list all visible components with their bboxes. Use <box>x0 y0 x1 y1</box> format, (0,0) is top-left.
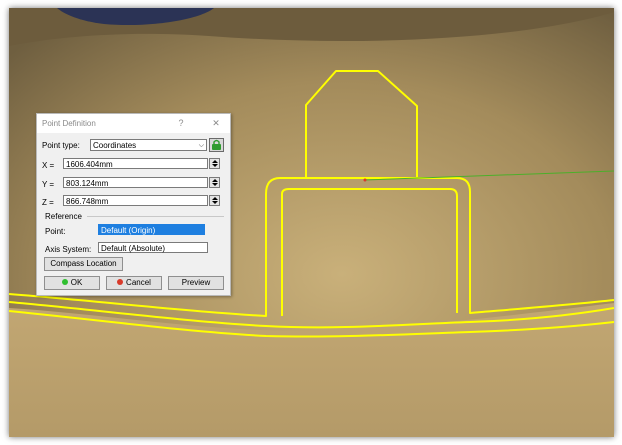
point-type-value: Coordinates <box>93 141 137 150</box>
reference-group-label: Reference <box>45 212 82 221</box>
z-coordinate-input[interactable]: 866.748mm <box>63 195 208 206</box>
ok-button[interactable]: OK <box>44 276 100 290</box>
point-type-select[interactable]: Coordinates ⌵ <box>90 139 207 151</box>
dialog-titlebar[interactable]: Point Definition ? ✕ <box>37 114 230 133</box>
reference-point-field[interactable]: Default (Origin) <box>98 224 205 235</box>
y-spinner-icon[interactable] <box>209 177 220 188</box>
x-spinner-icon[interactable] <box>209 158 220 169</box>
x-label: X = <box>42 161 55 170</box>
point-type-label: Point type: <box>42 141 80 150</box>
close-button[interactable]: ✕ <box>209 117 223 129</box>
compass-location-button[interactable]: Compass Location <box>44 257 123 271</box>
z-label: Z = <box>42 198 54 207</box>
cad-window: Point Definition ? ✕ Point type: Coordin… <box>9 8 614 437</box>
ok-button-label: OK <box>70 278 83 287</box>
cancel-button-label: Cancel <box>126 278 151 287</box>
cancel-button[interactable]: Cancel <box>106 276 162 290</box>
lock-chain-icon[interactable] <box>209 138 224 152</box>
ok-icon <box>61 278 68 285</box>
axis-system-label: Axis System: <box>45 245 92 254</box>
help-button[interactable]: ? <box>174 117 188 129</box>
reference-divider <box>87 216 224 217</box>
point-marker[interactable] <box>363 178 367 182</box>
chevron-down-icon: ⌵ <box>198 142 204 149</box>
y-coordinate-input[interactable]: 803.124mm <box>63 177 208 188</box>
x-coordinate-input[interactable]: 1606.404mm <box>63 158 208 169</box>
dialog-title: Point Definition <box>42 119 96 128</box>
z-spinner-icon[interactable] <box>209 195 220 206</box>
cancel-icon <box>117 278 124 285</box>
y-label: Y = <box>42 180 55 189</box>
point-definition-dialog: Point Definition ? ✕ Point type: Coordin… <box>36 113 231 296</box>
preview-button[interactable]: Preview <box>168 276 224 290</box>
axis-system-field[interactable]: Default (Absolute) <box>98 242 208 253</box>
point-label: Point: <box>45 227 66 236</box>
